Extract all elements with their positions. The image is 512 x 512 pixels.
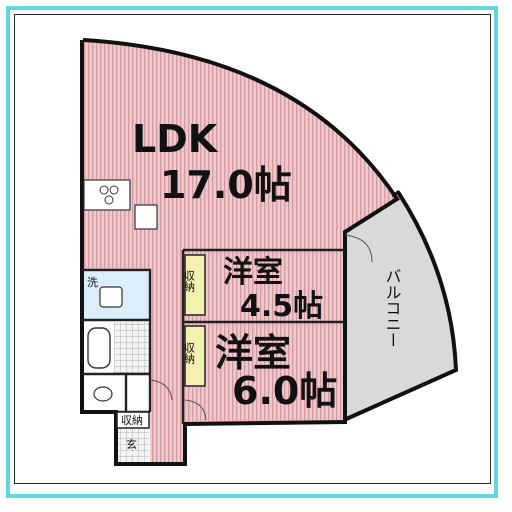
closet3-label: 収納 xyxy=(121,414,143,427)
washbasin xyxy=(99,286,123,308)
kitchen-sink xyxy=(134,204,158,230)
bedroom1-name: 洋室 xyxy=(223,255,283,290)
toilet xyxy=(93,386,113,402)
balcony-label: バルコニー xyxy=(383,268,402,348)
entrance-label: 玄 xyxy=(126,437,137,451)
bedroom2-size: 6.0帖 xyxy=(232,369,337,413)
closet2-label: 収納 xyxy=(183,342,196,365)
kitchen-counter xyxy=(83,179,131,211)
ldk-name: LDK xyxy=(132,117,219,161)
closet1-label: 収納 xyxy=(183,270,196,293)
floor-plan: LDK 17.0帖 洋室 4.5帖 洋室 6.0帖 収納 収納 収納 洗 玄 バ… xyxy=(80,38,459,466)
bedroom1-size: 4.5帖 xyxy=(240,289,323,324)
ldk-size: 17.0帖 xyxy=(160,163,292,207)
bath-tiles xyxy=(114,322,150,374)
bathtub xyxy=(87,327,111,369)
washroom-label: 洗 xyxy=(87,276,98,289)
